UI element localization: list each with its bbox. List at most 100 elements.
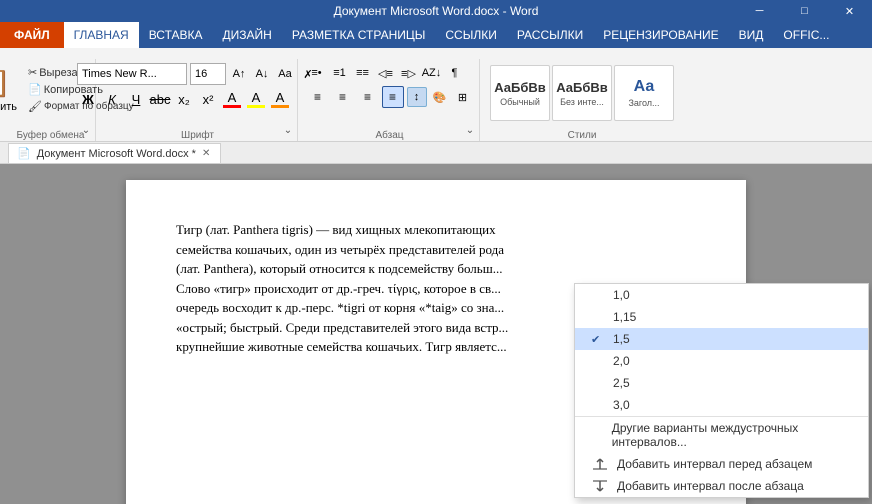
add-space-after-label: Добавить интервал после абзаца <box>617 479 804 493</box>
bold-button[interactable]: Ж <box>77 88 99 110</box>
paint-icon: 🖌 <box>28 100 42 113</box>
spacing-1-15[interactable]: 1,15 <box>575 306 868 328</box>
paragraph-expand-button[interactable]: ⌄ <box>463 123 477 137</box>
other-spacing-label: Другие варианты междустрочных интервалов… <box>612 421 852 449</box>
style-heading1-label: Загол... <box>628 98 659 108</box>
style-normal-preview: АаБбВв <box>494 80 546 95</box>
doc-tab-label: Документ Microsoft Word.docx * <box>37 148 196 160</box>
menu-item-review[interactable]: РЕЦЕНЗИРОВАНИЕ <box>593 22 728 48</box>
document-area: Тигр (лат. Panthera tigris) — вид хищных… <box>0 164 872 504</box>
align-left-button[interactable]: ≡ <box>307 86 329 108</box>
scissors-icon: ✂ <box>28 66 37 79</box>
increase-indent-button[interactable]: ≡▷ <box>399 63 419 83</box>
line-spacing-dropdown[interactable]: 1,0 1,15 ✔ 1,5 2,0 2,5 3,0 Другие вариан… <box>574 283 869 498</box>
spacing-1-15-label: 1,15 <box>613 310 636 324</box>
menu-item-office[interactable]: OFFIC... <box>773 22 839 48</box>
font-color-icon: A <box>228 90 237 105</box>
decrease-indent-button[interactable]: ◁≡ <box>376 63 396 83</box>
text-color-button[interactable]: A <box>269 89 291 110</box>
shading-button[interactable]: 🎨 <box>430 87 450 107</box>
minimize-button[interactable]: ─ <box>737 0 782 22</box>
styles-label: Стили <box>568 130 597 141</box>
document-tab[interactable]: 📄 Документ Microsoft Word.docx * ✕ <box>8 143 221 163</box>
style-nospacing-preview: АаБбВв <box>556 80 608 95</box>
font-name-input[interactable] <box>77 63 187 85</box>
doc-paragraph-1: Тигр (лат. Panthera tigris) — вид хищных… <box>176 220 696 240</box>
text-color-bar <box>271 105 289 108</box>
spacing-3-0-label: 3,0 <box>613 398 630 412</box>
highlight-color-bar <box>247 105 265 108</box>
bullets-button[interactable]: ≡• <box>307 63 327 83</box>
menu-item-view[interactable]: ВИД <box>729 22 774 48</box>
spacing-1-0[interactable]: 1,0 <box>575 284 868 306</box>
borders-button[interactable]: ⊞ <box>453 87 473 107</box>
doc-tab-close[interactable]: ✕ <box>202 148 210 159</box>
paste-icon: 📋 <box>0 63 12 101</box>
font-increase-button[interactable]: A↑ <box>229 64 249 84</box>
add-space-before-label: Добавить интервал перед абзацем <box>617 457 812 471</box>
menu-item-mailings[interactable]: РАССЫЛКИ <box>507 22 593 48</box>
paragraph-group: ≡• ≡1 ≡≡ ◁≡ ≡▷ AZ↓ ¶ ≡ ≡ ≡ ≡ ↕ 🎨 ⊞ Абзац… <box>300 59 480 141</box>
align-justify-button[interactable]: ≡ <box>382 86 404 108</box>
align-row: ≡ ≡ ≡ ≡ ↕ 🎨 ⊞ <box>307 86 473 108</box>
maximize-button[interactable]: □ <box>782 0 827 22</box>
add-space-before[interactable]: Добавить интервал перед абзацем <box>575 453 868 475</box>
spacing-2-5-label: 2,5 <box>613 376 630 390</box>
doc-paragraph-3: (лат. Panthera), который относится к под… <box>176 259 696 279</box>
check-icon-1.5: ✔ <box>591 333 605 346</box>
menu-item-design[interactable]: ДИЗАЙН <box>213 22 282 48</box>
close-button[interactable]: ✕ <box>827 0 872 22</box>
underline-button[interactable]: Ч <box>125 88 147 110</box>
menu-item-file[interactable]: ФАЙЛ <box>0 22 64 48</box>
styles-group: АаБбВв Обычный АаБбВв Без инте... Аа Заг… <box>482 59 682 141</box>
style-normal[interactable]: АаБбВв Обычный <box>490 65 550 121</box>
style-normal-label: Обычный <box>500 97 540 107</box>
tab-strip: 📄 Документ Microsoft Word.docx * ✕ <box>0 142 872 164</box>
italic-button[interactable]: К <box>101 88 123 110</box>
strike-button[interactable]: abc <box>149 88 171 110</box>
superscript-button[interactable]: x² <box>197 88 219 110</box>
numbering-button[interactable]: ≡1 <box>330 63 350 83</box>
sort-button[interactable]: AZ↓ <box>422 63 442 83</box>
spacing-after-icon <box>591 479 609 493</box>
menu-item-layout[interactable]: РАЗМЕТКА СТРАНИЦЫ <box>282 22 436 48</box>
show-marks-button[interactable]: ¶ <box>445 63 465 83</box>
spacing-2-5[interactable]: 2,5 <box>575 372 868 394</box>
font-color-button[interactable]: A <box>221 89 243 110</box>
add-space-after[interactable]: Добавить интервал после абзаца <box>575 475 868 497</box>
spacing-1-5-label: 1,5 <box>613 332 630 346</box>
style-heading1[interactable]: Аа Загол... <box>614 65 674 121</box>
paste-label: Вставить <box>0 101 17 113</box>
align-right-button[interactable]: ≡ <box>357 86 379 108</box>
highlight-color-button[interactable]: A <box>245 89 267 110</box>
font-expand-button[interactable]: ⌄ <box>281 123 295 137</box>
menu-item-home[interactable]: ГЛАВНАЯ <box>64 22 139 48</box>
spacing-before-icon <box>591 457 609 471</box>
menu-bar: ФАЙЛ ГЛАВНАЯ ВСТАВКА ДИЗАЙН РАЗМЕТКА СТР… <box>0 22 872 48</box>
title-bar: Документ Microsoft Word.docx - Word ─ □ … <box>0 0 872 22</box>
style-no-spacing[interactable]: АаБбВв Без инте... <box>552 65 612 121</box>
menu-item-insert[interactable]: ВСТАВКА <box>139 22 213 48</box>
clipboard-label: Буфер обмена <box>17 130 85 141</box>
font-decrease-button[interactable]: A↓ <box>252 64 272 84</box>
case-button[interactable]: Aa <box>275 64 295 84</box>
spacing-3-0[interactable]: 3,0 <box>575 394 868 416</box>
line-spacing-button[interactable]: ↕ <box>407 87 427 107</box>
copy-icon: 📄 <box>28 83 42 96</box>
font-name-row: A↑ A↓ Aa ✗ <box>77 63 318 85</box>
paste-button[interactable]: 📋 Вставить <box>0 61 23 115</box>
multilevel-list-button[interactable]: ≡≡ <box>353 63 373 83</box>
spacing-1-0-label: 1,0 <box>613 288 630 302</box>
font-label: Шрифт <box>181 130 214 141</box>
font-size-input[interactable] <box>190 63 226 85</box>
list-row: ≡• ≡1 ≡≡ ◁≡ ≡▷ AZ↓ ¶ <box>307 63 465 83</box>
spacing-1-5[interactable]: ✔ 1,5 <box>575 328 868 350</box>
spacing-2-0[interactable]: 2,0 <box>575 350 868 372</box>
menu-item-references[interactable]: ССЫЛКИ <box>435 22 506 48</box>
spacing-2-0-label: 2,0 <box>613 354 630 368</box>
other-spacing-option[interactable]: Другие варианты междустрочных интервалов… <box>575 416 868 453</box>
align-center-button[interactable]: ≡ <box>332 86 354 108</box>
subscript-button[interactable]: x₂ <box>173 88 195 110</box>
title-text: Документ Microsoft Word.docx - Word <box>334 4 539 18</box>
style-items: АаБбВв Обычный АаБбВв Без инте... Аа Заг… <box>490 65 674 121</box>
